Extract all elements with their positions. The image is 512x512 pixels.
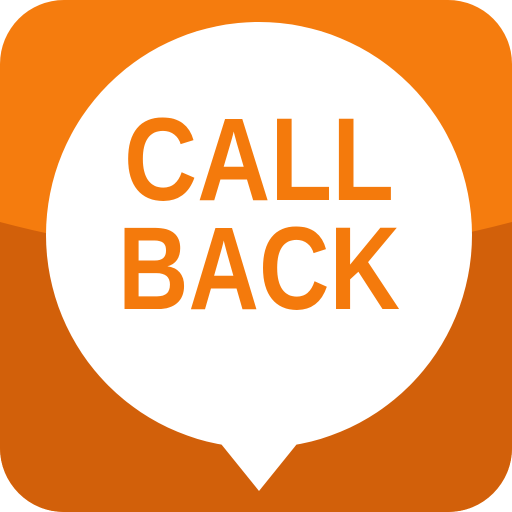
back-label: BACK bbox=[118, 203, 400, 335]
app-icon-graphic: CALL BACK bbox=[0, 0, 512, 512]
callback-app-icon[interactable]: CALL BACK bbox=[0, 0, 512, 512]
